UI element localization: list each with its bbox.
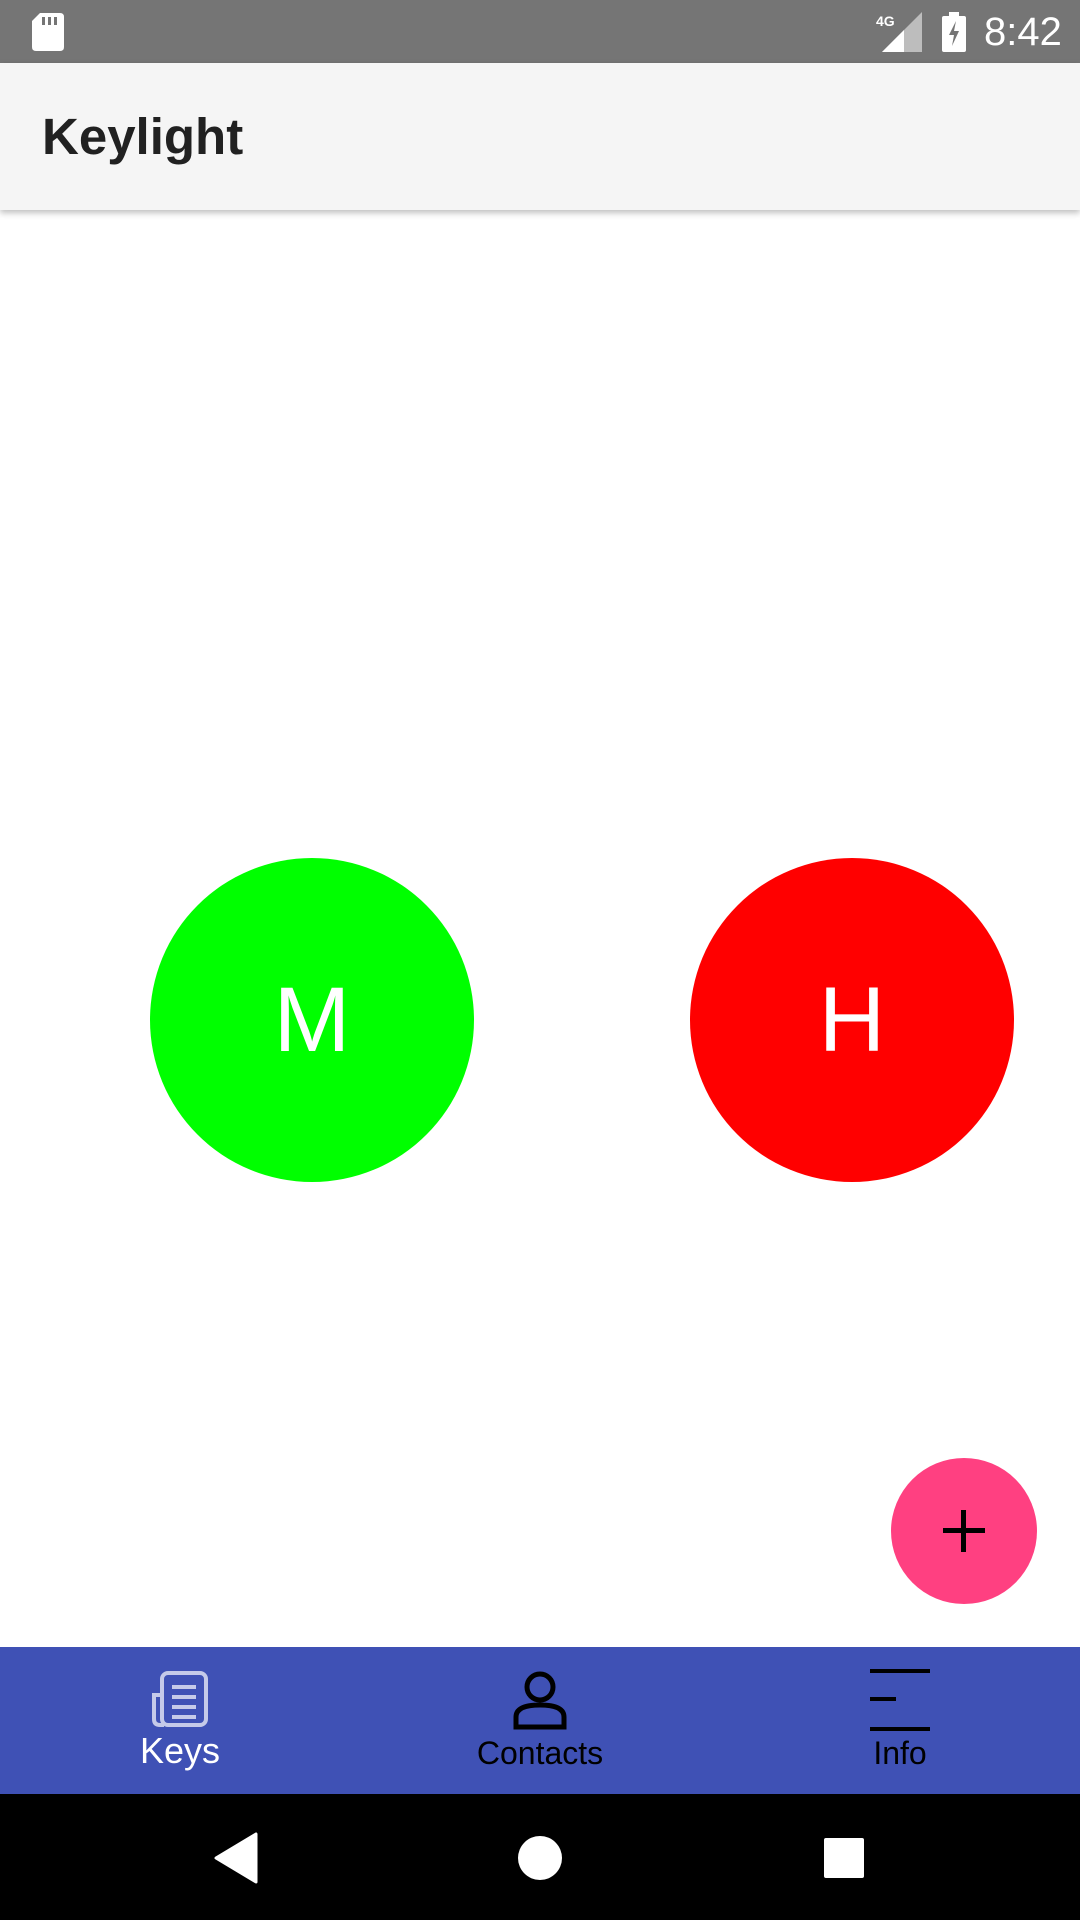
recents-icon[interactable]: [814, 1828, 874, 1888]
status-time: 8:42: [984, 10, 1062, 54]
bottom-navigation: Keys Contacts Info: [0, 1647, 1080, 1794]
key-m-letter: M: [273, 968, 351, 1071]
signal-4g-icon: 4G: [876, 12, 922, 52]
nav-item-info[interactable]: Info: [720, 1647, 1080, 1794]
nav-item-keys[interactable]: Keys: [0, 1647, 360, 1794]
home-icon[interactable]: [510, 1828, 570, 1888]
battery-charging-icon: [942, 12, 966, 52]
nav-item-contacts[interactable]: Contacts: [360, 1647, 720, 1794]
nav-label-keys: Keys: [139, 1730, 221, 1771]
status-bar: 4G 8:42: [0, 0, 1080, 63]
app-bar: Keylight: [0, 63, 1080, 210]
person-icon: [513, 1671, 567, 1730]
app-title: Keylight: [42, 108, 244, 165]
add-key-fab[interactable]: [891, 1458, 1037, 1604]
back-icon[interactable]: [206, 1828, 266, 1888]
nav-label-contacts: Contacts: [476, 1735, 604, 1771]
info-lines-icon: [870, 1669, 930, 1731]
keys-document-icon: [152, 1671, 208, 1727]
plus-icon: [943, 1510, 985, 1552]
key-m-circle[interactable]: M: [150, 858, 474, 1182]
system-navigation-bar: [0, 1794, 1080, 1920]
nav-label-info: Info: [873, 1735, 927, 1771]
key-h-letter: H: [818, 968, 886, 1071]
sd-card-icon: [32, 13, 64, 51]
key-h-circle[interactable]: H: [690, 858, 1014, 1182]
network-type-label: 4G: [876, 13, 895, 29]
